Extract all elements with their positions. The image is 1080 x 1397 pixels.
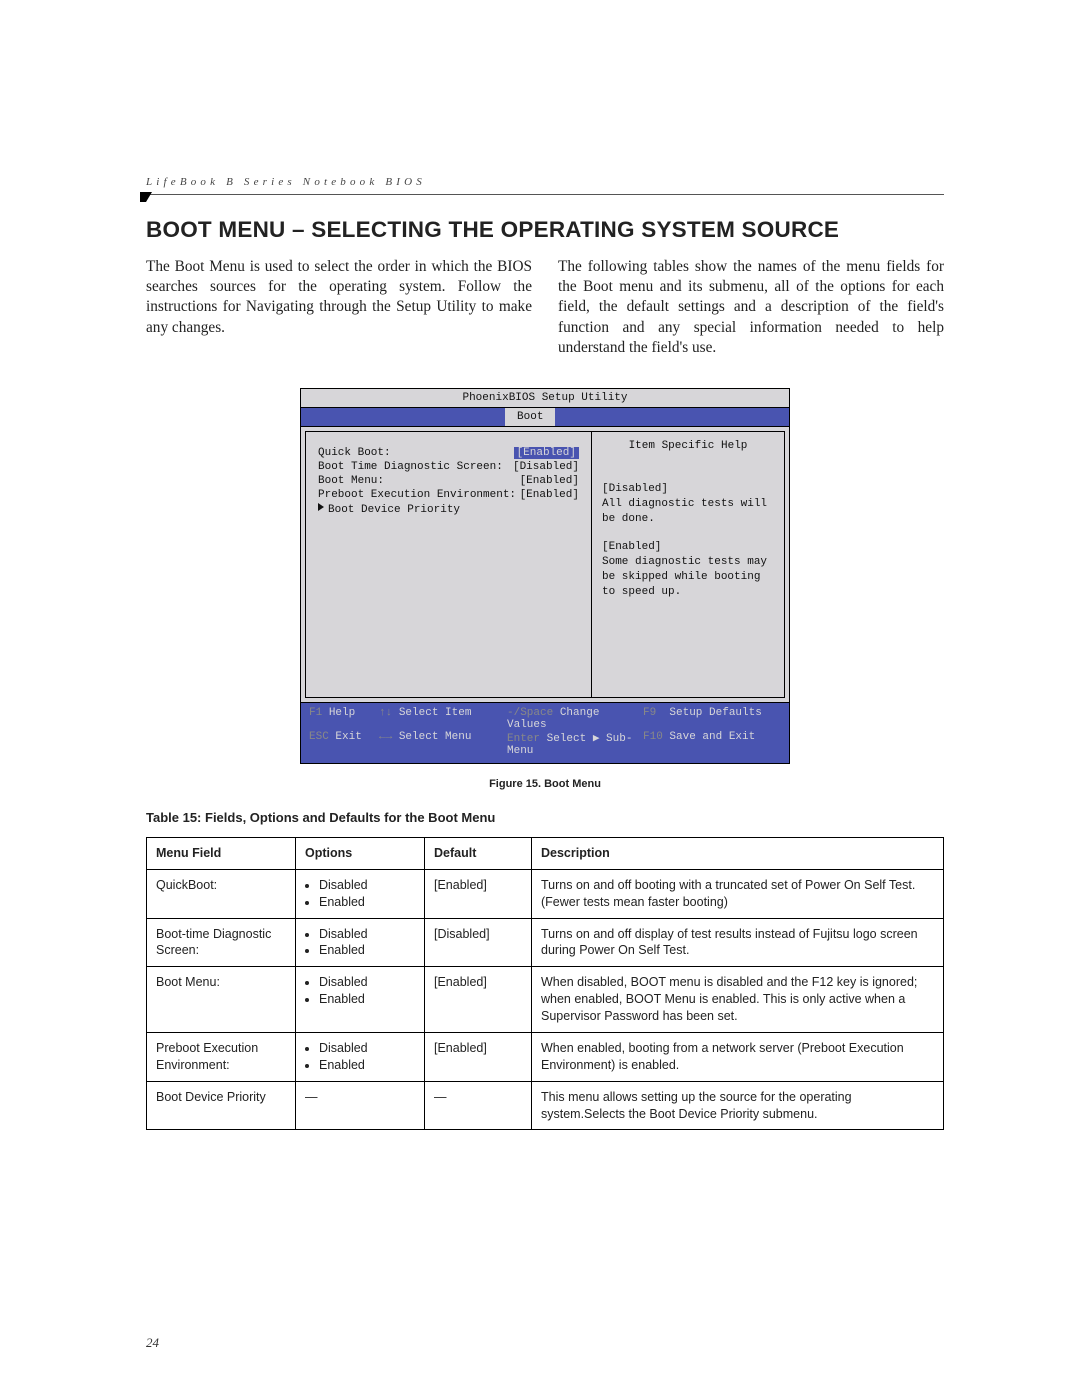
table-row: Boot-time Diagnostic Screen:DisabledEnab… xyxy=(147,918,944,967)
page-title: BOOT MENU – SELECTING THE OPERATING SYST… xyxy=(146,217,944,243)
bios-field-value-selected: [Enabled] xyxy=(514,447,579,459)
table-cell-description: This menu allows setting up the source f… xyxy=(532,1081,944,1130)
intro-columns: The Boot Menu is used to select the orde… xyxy=(146,257,944,358)
options-table: Menu Field Options Default Description Q… xyxy=(146,837,944,1131)
table-cell-default: [Enabled] xyxy=(425,869,532,918)
table-cell-options: DisabledEnabled xyxy=(296,869,425,918)
bios-field-label: Boot Time Diagnostic Screen: xyxy=(318,461,503,473)
bios-field-label: Preboot Execution Environment: xyxy=(318,489,516,501)
table-row: Boot Menu:DisabledEnabled[Enabled]When d… xyxy=(147,967,944,1033)
table-cell-description: Turns on and off booting with a truncate… xyxy=(532,869,944,918)
intro-paragraph-left: The Boot Menu is used to select the orde… xyxy=(146,257,532,358)
table-cell-field: Preboot Execution Environment: xyxy=(147,1032,296,1081)
page-number: 24 xyxy=(146,1335,159,1351)
header-rule xyxy=(146,194,944,195)
bios-submenu-item: Boot Device Priority xyxy=(318,503,460,516)
table-cell-field: Boot Menu: xyxy=(147,967,296,1033)
bios-field-label: Quick Boot: xyxy=(318,447,391,459)
table-cell-description: Turns on and off display of test results… xyxy=(532,918,944,967)
bios-field-value: [Disabled] xyxy=(513,461,579,473)
table-header: Options xyxy=(296,837,425,869)
table-header: Description xyxy=(532,837,944,869)
figure-caption: Figure 15. Boot Menu xyxy=(146,778,944,790)
table-cell-description: When enabled, booting from a network ser… xyxy=(532,1032,944,1081)
triangle-right-icon xyxy=(318,503,324,511)
intro-paragraph-right: The following tables show the names of t… xyxy=(558,257,944,358)
running-header: LifeBook B Series Notebook BIOS xyxy=(146,176,944,188)
bios-help-text: [Disabled] All diagnostic tests will be … xyxy=(602,482,774,527)
table-cell-description: When disabled, BOOT menu is disabled and… xyxy=(532,967,944,1033)
table-row: QuickBoot:DisabledEnabled[Enabled]Turns … xyxy=(147,869,944,918)
table-cell-field: Boot-time Diagnostic Screen: xyxy=(147,918,296,967)
bios-main-panel: Quick Boot: [Enabled] Boot Time Diagnosti… xyxy=(305,431,592,698)
bios-screenshot: PhoenixBIOS Setup Utility MainAdvancedSe… xyxy=(300,388,790,764)
table-header: Default xyxy=(425,837,532,869)
bios-help-title: Item Specific Help xyxy=(602,440,774,452)
table-header: Menu Field xyxy=(147,837,296,869)
bios-help-text: [Enabled] Some diagnostic tests may be s… xyxy=(602,540,774,599)
bios-tab-boot: Boot xyxy=(505,408,555,426)
table-cell-options: — xyxy=(296,1081,425,1130)
table-caption: Table 15: Fields, Options and Defaults f… xyxy=(146,810,944,825)
table-cell-default: — xyxy=(425,1081,532,1130)
table-cell-options: DisabledEnabled xyxy=(296,1032,425,1081)
header-corner-icon xyxy=(140,192,152,202)
bios-tab-bar: MainAdvancedSecurity Boot xyxy=(301,408,789,427)
bios-field-value: [Enabled] xyxy=(520,489,579,501)
bios-help-panel: Item Specific Help [Disabled] All diagno… xyxy=(592,431,785,698)
bios-footer: F1 Help ↑↓ Select Item -/Space Change Va… xyxy=(301,703,789,763)
table-cell-default: [Enabled] xyxy=(425,1032,532,1081)
bios-title-bar: PhoenixBIOS Setup Utility xyxy=(301,389,789,408)
bios-field-value: [Enabled] xyxy=(520,475,579,487)
table-cell-field: QuickBoot: xyxy=(147,869,296,918)
table-cell-options: DisabledEnabled xyxy=(296,967,425,1033)
table-cell-default: [Enabled] xyxy=(425,967,532,1033)
table-cell-options: DisabledEnabled xyxy=(296,918,425,967)
table-cell-field: Boot Device Priority xyxy=(147,1081,296,1130)
table-cell-default: [Disabled] xyxy=(425,918,532,967)
table-row: Preboot Execution Environment:DisabledEn… xyxy=(147,1032,944,1081)
document-page: LifeBook B Series Notebook BIOS BOOT MEN… xyxy=(0,0,1080,1397)
table-row: Boot Device Priority——This menu allows s… xyxy=(147,1081,944,1130)
bios-field-label: Boot Menu: xyxy=(318,475,384,487)
